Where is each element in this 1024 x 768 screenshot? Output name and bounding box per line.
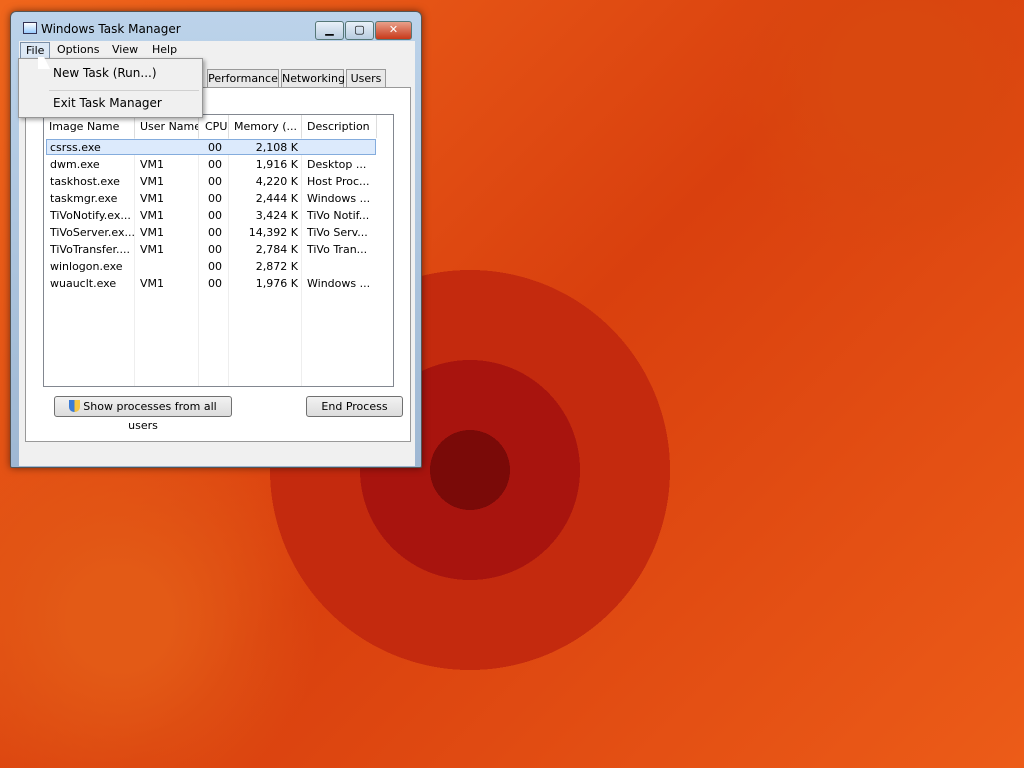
end-process-button[interactable]: End Process bbox=[306, 396, 403, 417]
cell-memory: 2,444 K bbox=[255, 192, 298, 205]
cell-cpu: 00 bbox=[208, 192, 222, 205]
cell-user-name: VM1 bbox=[140, 175, 165, 188]
tab-performance[interactable]: Performance bbox=[207, 69, 279, 88]
cell-description: TiVo Notif... bbox=[307, 209, 370, 222]
cell-memory: 2,784 K bbox=[255, 243, 298, 256]
column-divider bbox=[134, 138, 135, 386]
cell-memory: 1,916 K bbox=[255, 158, 298, 171]
cell-image-name: wuauclt.exe bbox=[50, 277, 117, 290]
cell-memory: 2,108 K bbox=[255, 141, 298, 154]
cell-description: TiVo Tran... bbox=[307, 243, 368, 256]
tab-users[interactable]: Users bbox=[346, 69, 386, 88]
cell-user-name bbox=[140, 139, 196, 156]
cell-memory: 14,392 K bbox=[248, 226, 298, 239]
cell-image-name: dwm.exe bbox=[50, 158, 100, 171]
column-cpu[interactable]: CPU bbox=[199, 115, 229, 138]
column-divider bbox=[198, 138, 199, 386]
minimize-button[interactable]: ▁ bbox=[315, 21, 344, 40]
cell-description: Windows ... bbox=[307, 192, 371, 205]
cell-image-name: taskhost.exe bbox=[50, 175, 120, 188]
cell-description bbox=[307, 139, 377, 156]
column-divider bbox=[301, 138, 302, 386]
cell-user-name: VM1 bbox=[140, 277, 165, 290]
exit-task-manager-menu-item[interactable]: Exit Task Manager bbox=[53, 96, 162, 110]
close-button[interactable]: ✕ bbox=[375, 21, 412, 40]
cell-description: Windows ... bbox=[307, 277, 371, 290]
mouse-pointer-icon bbox=[38, 57, 50, 69]
cell-image-name: TiVoServer.ex... bbox=[50, 226, 134, 239]
column-divider bbox=[228, 138, 229, 386]
cell-memory: 2,872 K bbox=[255, 260, 298, 273]
column-memory[interactable]: Memory (... bbox=[229, 115, 302, 138]
cell-description: TiVo Serv... bbox=[307, 226, 368, 239]
task-manager-icon bbox=[23, 22, 37, 34]
cell-user-name: VM1 bbox=[140, 226, 165, 239]
menu-separator bbox=[49, 90, 199, 91]
cell-description bbox=[307, 258, 377, 275]
cell-cpu: 00 bbox=[208, 226, 222, 239]
tab-networking[interactable]: Networking bbox=[281, 69, 345, 88]
cell-cpu: 00 bbox=[208, 141, 222, 154]
uac-shield-icon bbox=[69, 400, 81, 412]
cell-user-name: VM1 bbox=[140, 209, 165, 222]
cell-cpu: 00 bbox=[208, 277, 222, 290]
cell-user-name bbox=[140, 258, 196, 275]
status-bar bbox=[19, 460, 415, 466]
cell-cpu: 00 bbox=[208, 209, 222, 222]
cell-image-name: taskmgr.exe bbox=[50, 192, 118, 205]
cell-user-name: VM1 bbox=[140, 243, 165, 256]
cell-description: Desktop ... bbox=[307, 158, 367, 171]
client-area: Performance Networking Users Image Name … bbox=[19, 60, 415, 460]
show-all-processes-button[interactable]: Show processes from all users bbox=[54, 396, 232, 432]
cell-memory: 1,976 K bbox=[255, 277, 298, 290]
cell-image-name: csrss.exe bbox=[50, 141, 101, 154]
cell-user-name: VM1 bbox=[140, 192, 165, 205]
cell-image-name: TiVoNotify.ex... bbox=[50, 209, 131, 222]
cell-image-name: TiVoTransfer.... bbox=[50, 243, 131, 256]
column-image-name[interactable]: Image Name bbox=[44, 115, 135, 138]
cell-image-name: winlogon.exe bbox=[50, 260, 123, 273]
process-list[interactable]: Image Name User Name CPU Memory (... Des… bbox=[43, 114, 394, 387]
column-description[interactable]: Description bbox=[302, 115, 377, 138]
cell-memory: 3,424 K bbox=[255, 209, 298, 222]
maximize-button[interactable]: ▢ bbox=[345, 21, 374, 40]
cell-cpu: 00 bbox=[208, 158, 222, 171]
cell-cpu: 00 bbox=[208, 175, 222, 188]
cell-memory: 4,220 K bbox=[255, 175, 298, 188]
cell-description: Host Proc... bbox=[307, 175, 370, 188]
cell-cpu: 00 bbox=[208, 260, 222, 273]
cell-user-name: VM1 bbox=[140, 158, 165, 171]
window-title: Windows Task Manager bbox=[41, 22, 181, 36]
new-task-menu-item[interactable]: New Task (Run...) bbox=[53, 66, 157, 80]
column-user-name[interactable]: User Name bbox=[135, 115, 199, 138]
cell-cpu: 00 bbox=[208, 243, 222, 256]
